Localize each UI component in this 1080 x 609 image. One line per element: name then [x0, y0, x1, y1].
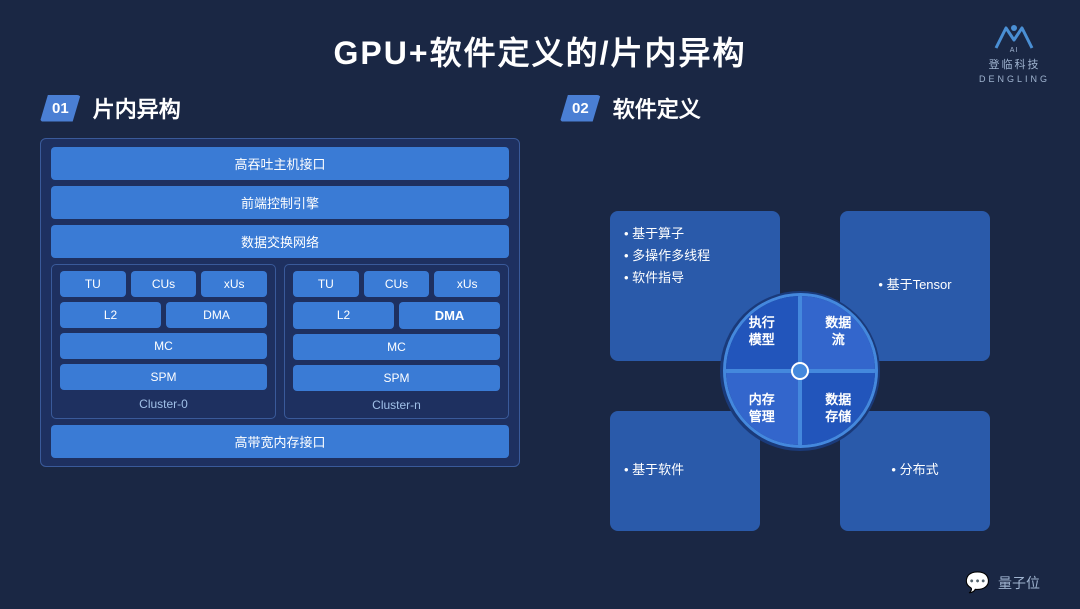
- bar-frontend-engine: 前端控制引擎: [51, 186, 509, 219]
- cluster-0-dma: DMA: [166, 302, 267, 328]
- cluster-0: TU CUs xUs L2 DMA MC SPM Cluster-0: [51, 264, 276, 419]
- cluster-0-spm: SPM: [60, 364, 267, 390]
- cluster-n-row2: L2 DMA: [293, 302, 500, 329]
- cluster-n-xus: xUs: [434, 271, 500, 297]
- quad-br-text: • 分布式: [891, 459, 938, 481]
- cluster-n-tu: TU: [293, 271, 359, 297]
- svg-text:AI: AI: [1010, 47, 1019, 54]
- cluster-0-l2: L2: [60, 302, 161, 328]
- cluster-0-mc: MC: [60, 333, 267, 359]
- cluster-0-row4: SPM: [60, 364, 267, 390]
- cluster-0-xus: xUs: [201, 271, 267, 297]
- circle-top-left: 执行模型: [726, 296, 801, 371]
- cluster-n-mc: MC: [293, 334, 500, 360]
- center-inner: 执行模型 数据流 内存管理 数据存储: [723, 293, 878, 448]
- cluster-n-label: Cluster-n: [293, 398, 500, 412]
- software-diagram: • 基于算子 • 多操作多线程 • 软件指导 • 基于Tensor • 基于软件…: [560, 148, 1040, 593]
- circle-top-right: 数据流: [800, 296, 875, 371]
- left-section-header: 01 片内异构: [40, 92, 520, 124]
- logo-icon: AI: [992, 18, 1036, 54]
- cluster-n-cus: CUs: [364, 271, 430, 297]
- left-section-title: 片内异构: [93, 92, 181, 124]
- circle-bottom-left: 内存管理: [726, 371, 801, 446]
- main-title: GPU+软件定义的/片内异构: [0, 0, 1080, 74]
- cluster-0-cus: CUs: [131, 271, 197, 297]
- cluster-n-spm: SPM: [293, 365, 500, 391]
- content-area: 01 片内异构 高吞吐主机接口 前端控制引擎 数据交换网络 TU CUs xUs…: [0, 74, 1080, 603]
- left-section: 01 片内异构 高吞吐主机接口 前端控制引擎 数据交换网络 TU CUs xUs…: [40, 92, 520, 593]
- right-section-number: 02: [560, 95, 601, 122]
- left-section-number: 01: [40, 95, 81, 122]
- cluster-n: TU CUs xUs L2 DMA MC SPM Cluster-n: [284, 264, 509, 419]
- logo-subtext: DENGLING: [979, 74, 1050, 84]
- cluster-0-label: Cluster-0: [60, 397, 267, 411]
- quad-tl-bullet-3: • 软件指导: [624, 267, 766, 289]
- center-dot: [791, 362, 809, 380]
- circle-bottom-right: 数据存储: [800, 371, 875, 446]
- logo-text: 登临科技: [988, 56, 1040, 72]
- logo: AI 登临科技 DENGLING: [979, 18, 1050, 84]
- quad-tl-bullet-2: • 多操作多线程: [624, 245, 766, 267]
- cluster-n-row4: SPM: [293, 365, 500, 391]
- bar-data-network: 数据交换网络: [51, 225, 509, 258]
- cluster-n-l2: L2: [293, 302, 394, 329]
- quad-grid: • 基于算子 • 多操作多线程 • 软件指导 • 基于Tensor • 基于软件…: [610, 211, 990, 531]
- quad-tr-text: • 基于Tensor: [878, 274, 951, 296]
- cluster-n-row3: MC: [293, 334, 500, 360]
- chip-diagram: 高吞吐主机接口 前端控制引擎 数据交换网络 TU CUs xUs L2 DMA: [40, 138, 520, 467]
- cluster-n-row1: TU CUs xUs: [293, 271, 500, 297]
- cluster-0-tu: TU: [60, 271, 126, 297]
- cluster-0-row1: TU CUs xUs: [60, 271, 267, 297]
- right-section-header: 02 软件定义: [560, 92, 1040, 124]
- watermark-text: 量子位: [998, 573, 1040, 593]
- cluster-0-row2: L2 DMA: [60, 302, 267, 328]
- cluster-n-dma: DMA: [399, 302, 500, 329]
- quad-bl-text: • 基于软件: [624, 459, 684, 481]
- bar-hbm-interface: 高带宽内存接口: [51, 425, 509, 458]
- wechat-icon: 💬: [965, 570, 990, 595]
- watermark: 💬 量子位: [965, 570, 1040, 595]
- clusters-row: TU CUs xUs L2 DMA MC SPM Cluster-0: [51, 264, 509, 419]
- right-section: 02 软件定义 • 基于算子 • 多操作多线程 • 软件指导 • 基于Tenso…: [560, 92, 1040, 593]
- bar-host-interface: 高吞吐主机接口: [51, 147, 509, 180]
- right-section-title: 软件定义: [613, 92, 701, 124]
- center-circles: 执行模型 数据流 内存管理 数据存储: [720, 291, 880, 451]
- cluster-0-row3: MC: [60, 333, 267, 359]
- quad-tl-bullet-1: • 基于算子: [624, 223, 766, 245]
